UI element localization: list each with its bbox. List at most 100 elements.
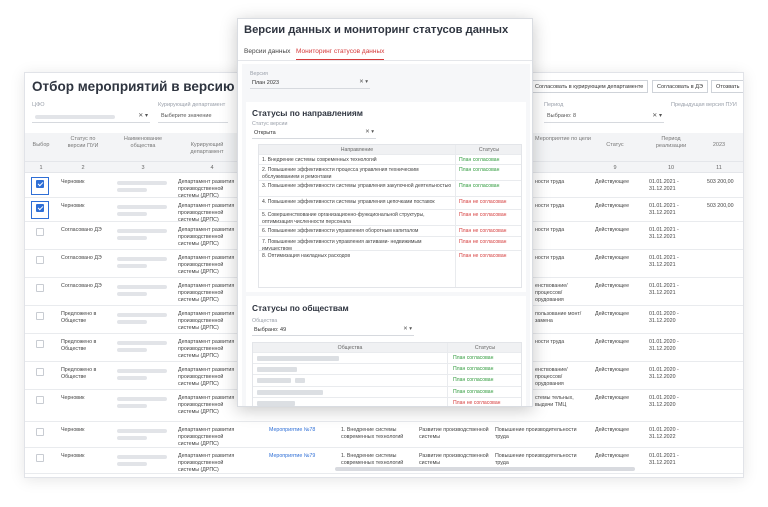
row-status: Предложено в Обществе bbox=[61, 339, 97, 352]
row-checkbox[interactable] bbox=[36, 368, 44, 376]
row-checkbox[interactable] bbox=[36, 428, 44, 436]
company-name-redacted bbox=[117, 285, 167, 289]
status-version-controls[interactable]: ✕ ▾ bbox=[365, 129, 374, 135]
col-curator[interactable]: Курирующий департамент bbox=[177, 142, 237, 156]
company-name-redacted bbox=[117, 341, 167, 345]
dialog-title: Версии данных и мониторинг статусов данн… bbox=[244, 24, 509, 36]
row-checkbox[interactable] bbox=[36, 228, 44, 236]
direction-row: 3. Повышение эффективности системы управ… bbox=[259, 180, 521, 196]
col-period[interactable]: Период реализации bbox=[647, 136, 695, 150]
direction-status: План согласован bbox=[459, 157, 500, 163]
companies-table-header: Общества Статусы bbox=[253, 343, 521, 352]
direction-row: 2. Повышение эффективности процесса упра… bbox=[259, 164, 521, 180]
tab-status-monitoring[interactable]: Мониторинг статусов данных bbox=[296, 48, 385, 60]
company-name-redacted bbox=[257, 367, 297, 373]
company-name-redacted bbox=[117, 229, 167, 233]
row-checkbox[interactable] bbox=[36, 454, 44, 462]
row-goal-target: стемы тельных, выдачи ТМЦ bbox=[535, 395, 574, 408]
row-period: 01.01.2021 - 31.12.2021 bbox=[649, 453, 679, 466]
col-company-name: Общества bbox=[337, 345, 363, 351]
company-name-redacted bbox=[117, 264, 147, 268]
col-goal[interactable]: Мероприятие по цели bbox=[533, 136, 593, 143]
row-state: Действующее bbox=[595, 427, 630, 433]
row-checkbox[interactable] bbox=[36, 256, 44, 264]
row-direction: 1. Внедрение системы современных техноло… bbox=[341, 453, 404, 466]
companies-label: Общества bbox=[252, 318, 278, 324]
direction-row: 7. Повышение эффективности управления ак… bbox=[259, 236, 521, 252]
row-status: Черновик bbox=[61, 427, 85, 433]
row-state: Действующее bbox=[595, 395, 630, 401]
row-goal-target: пользование монт/замена bbox=[535, 311, 582, 324]
col-state[interactable]: Статус bbox=[595, 142, 635, 149]
row-measure-link[interactable]: Мероприятие №79 bbox=[269, 453, 329, 460]
status-version-label: Статус версии bbox=[252, 121, 288, 127]
row-state: Действующее bbox=[595, 179, 630, 185]
directions-table: Направление Статусы 1. Внедрение системы… bbox=[258, 144, 522, 288]
approve-curator-button[interactable]: Согласовать в курирующем департаменте bbox=[530, 80, 649, 93]
direction-status: План не согласован bbox=[459, 239, 507, 245]
companies-select[interactable]: Выбрано: 49 ✕ ▾ bbox=[252, 325, 414, 336]
approve-de-button[interactable]: Согласовать в ДЭ bbox=[652, 80, 708, 93]
col-number: 9 bbox=[613, 165, 617, 171]
row-state: Действующее bbox=[595, 203, 630, 209]
row-curator-dept: Департамент развития производственной си… bbox=[178, 255, 235, 275]
status-version-select[interactable]: Открыта ✕ ▾ bbox=[252, 128, 376, 139]
row-direction: 1. Внедрение системы современных техноло… bbox=[341, 427, 404, 440]
companies-controls[interactable]: ✕ ▾ bbox=[403, 326, 412, 332]
row-status: Предложено в Обществе bbox=[61, 311, 97, 324]
row-goal-target: Повышение производительности труда bbox=[495, 427, 577, 440]
cfo-controls[interactable]: ✕ ▾ bbox=[138, 112, 148, 119]
col-2023[interactable]: 2023 bbox=[701, 142, 737, 149]
row-checkbox[interactable] bbox=[36, 396, 44, 404]
tab-data-versions[interactable]: Версии данных bbox=[244, 48, 290, 55]
version-select[interactable]: План 2023 ✕ ▾ bbox=[250, 78, 370, 89]
row-goal-target: ности труда bbox=[535, 227, 565, 233]
direction-name: 6. Повышение эффективности управления об… bbox=[262, 228, 419, 234]
curator-select[interactable]: Выберите значение bbox=[158, 111, 228, 123]
col-company-status: Статусы bbox=[474, 345, 496, 351]
period-select[interactable]: Выбрано: 8 ✕ ▾ bbox=[544, 111, 664, 123]
row-period: 01.01.2020 - 31.12.2022 bbox=[649, 427, 679, 440]
row-curator-dept: Департамент развития производственной си… bbox=[178, 179, 235, 199]
company-name-redacted bbox=[117, 181, 167, 185]
row-measure-link[interactable]: Мероприятие №78 bbox=[269, 427, 329, 434]
version-label: Версия bbox=[250, 71, 268, 77]
version-controls[interactable]: ✕ ▾ bbox=[359, 79, 368, 85]
row-state: Действующее bbox=[595, 453, 630, 459]
row-period: 01.01.2020 - 31.12.2020 bbox=[649, 339, 679, 352]
curator-label: Курирующий департамент bbox=[158, 102, 226, 108]
row-period: 01.01.2021 - 31.12.2021 bbox=[649, 283, 679, 296]
row-checkbox[interactable] bbox=[36, 312, 44, 320]
company-row: План не согласован bbox=[253, 396, 521, 406]
cfo-select[interactable]: ✕ ▾ bbox=[32, 111, 150, 123]
direction-status: План не согласован bbox=[459, 228, 507, 234]
cfo-label: ЦФО bbox=[32, 102, 45, 108]
versions-monitoring-dialog: Версии данных и мониторинг статусов данн… bbox=[237, 18, 533, 407]
col-number: 11 bbox=[716, 165, 722, 171]
period-controls[interactable]: ✕ ▾ bbox=[652, 112, 662, 119]
version-value: План 2023 bbox=[252, 80, 280, 86]
col-select[interactable]: Выбор bbox=[29, 142, 53, 149]
col-status[interactable]: Статус по версии ПУИ bbox=[61, 136, 105, 150]
company-name-redacted bbox=[117, 436, 147, 440]
row-curator-dept: Департамент развития производственной си… bbox=[178, 427, 235, 447]
direction-status: План не согласован bbox=[459, 253, 507, 259]
col-company[interactable]: Наименование общества bbox=[115, 136, 171, 150]
recall-button[interactable]: Отозвать bbox=[711, 80, 743, 93]
row-checkbox[interactable] bbox=[36, 284, 44, 292]
company-status: План согласован bbox=[453, 377, 494, 384]
col-number: 3 bbox=[141, 165, 145, 171]
table-row[interactable]: Черновик Департамент развития производств… bbox=[25, 422, 743, 448]
direction-row: 4. Повышение эффективности системы управ… bbox=[259, 196, 521, 209]
row-curator-dept: Департамент развития производственной си… bbox=[178, 367, 235, 387]
row-goal-target: ности труда bbox=[535, 203, 565, 209]
row-goal-target: ности труда bbox=[535, 339, 565, 345]
row-status: Черновик bbox=[61, 395, 85, 401]
horizontal-scrollbar[interactable] bbox=[335, 467, 635, 471]
row-checkbox[interactable] bbox=[36, 340, 44, 348]
period-value: Выбрано: 8 bbox=[547, 113, 577, 119]
directions-status-panel: Статусы по направлениям Статус версии От… bbox=[246, 102, 526, 292]
period-label: Период bbox=[544, 102, 564, 108]
row-state: Действующее bbox=[595, 367, 630, 373]
companies-title: Статусы по обществам bbox=[252, 303, 349, 313]
